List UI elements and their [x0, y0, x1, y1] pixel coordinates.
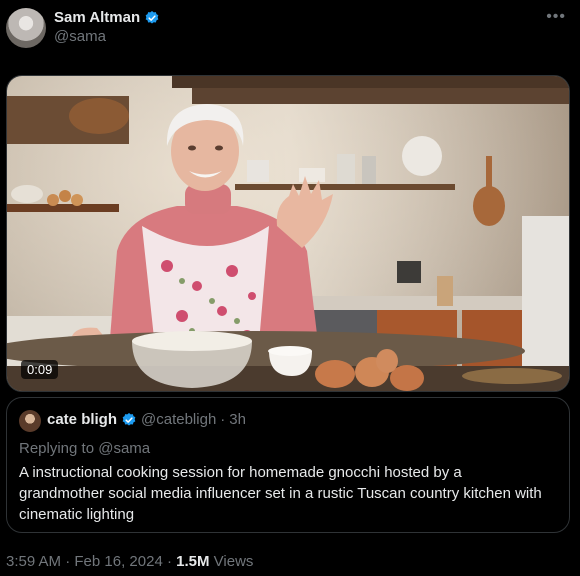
quoted-tweet[interactable]: cate bligh @catebligh · 3h Replying to @…: [6, 397, 570, 533]
tweet-footer: 3:59 AM · Feb 16, 2024 · 1.5M Views: [6, 553, 253, 570]
verified-badge-icon: [122, 412, 136, 426]
footer-separator: ·: [166, 553, 172, 570]
quote-header: cate bligh @catebligh · 3h: [47, 411, 246, 428]
footer-separator: ·: [65, 553, 71, 570]
verified-badge-icon: [145, 10, 159, 24]
replying-to: Replying to @sama: [19, 440, 150, 457]
replying-to-label: Replying to: [19, 440, 95, 457]
quote-text: A instructional cooking session for home…: [19, 464, 542, 523]
video-duration: 0:09: [21, 360, 59, 379]
quote-separator: ·: [220, 411, 226, 428]
author-block: Sam Altman @sama: [54, 9, 160, 45]
author-name[interactable]: Sam Altman: [54, 9, 140, 26]
author-handle[interactable]: @sama: [54, 28, 160, 45]
tweet-date[interactable]: Feb 16, 2024: [74, 553, 162, 570]
quote-timestamp[interactable]: 3h: [229, 411, 246, 428]
quote-author-avatar[interactable]: [19, 410, 41, 432]
author-avatar[interactable]: [6, 8, 46, 48]
more-horizontal-icon[interactable]: •••: [546, 8, 566, 26]
views-label: Views: [213, 553, 254, 570]
video-player[interactable]: 0:09: [6, 75, 570, 392]
quote-author-handle[interactable]: @catebligh: [141, 411, 216, 428]
views-count: 1.5M: [176, 553, 210, 570]
quote-author-name[interactable]: cate bligh: [47, 411, 117, 428]
replying-to-handle[interactable]: @sama: [98, 440, 150, 457]
tweet-time[interactable]: 3:59 AM: [6, 553, 61, 570]
video-frame: [7, 76, 569, 391]
